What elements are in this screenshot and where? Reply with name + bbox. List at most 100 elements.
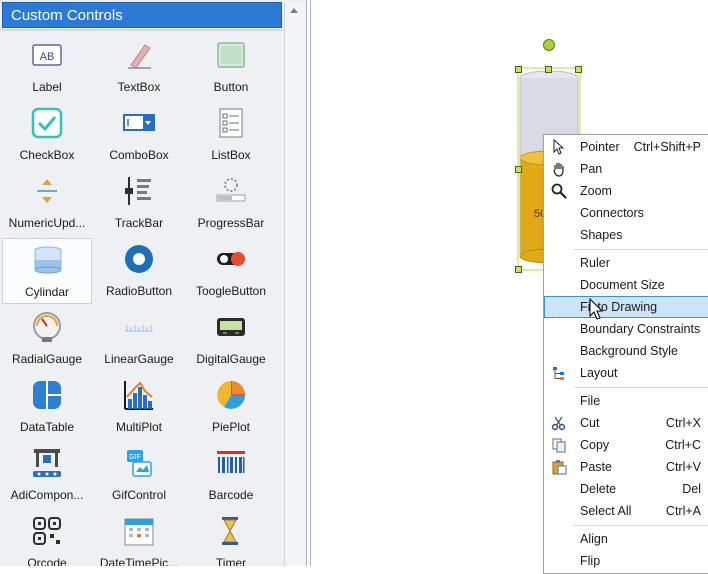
- barcode-icon: [217, 451, 245, 473]
- menu-item-boundary-constraints[interactable]: Boundary Constraints: [544, 318, 708, 340]
- context-menu: Pointer Ctrl+Shift+P Pan Zoom Connectors…: [543, 134, 708, 574]
- tool-label[interactable]: AB Label: [2, 34, 92, 100]
- paste-icon: [552, 460, 567, 475]
- toolbox-divider: [2, 29, 283, 31]
- tool-progressbar[interactable]: ProgressBar: [186, 170, 276, 236]
- qrcode-icon: [33, 517, 61, 545]
- tool-progressbar-text: ProgressBar: [197, 216, 265, 230]
- tool-timer[interactable]: Timer: [186, 510, 276, 566]
- numeric-updown-icon: [37, 179, 57, 203]
- tool-adi-component[interactable]: AdiCompon...: [2, 442, 92, 508]
- pieplot-icon: [217, 381, 245, 409]
- tool-datetimepicker-text: DateTimePic...: [99, 556, 179, 566]
- menu-item-pan[interactable]: Pan: [544, 158, 708, 180]
- timer-icon: [222, 517, 238, 545]
- tool-trackbar-text: TrackBar: [114, 216, 164, 230]
- tool-cylinder-text: Cylindar: [24, 285, 69, 299]
- menu-item-background-style[interactable]: Background Style: [544, 340, 708, 362]
- menu-item-copy[interactable]: Copy Ctrl+C: [544, 434, 708, 456]
- tool-multiplot[interactable]: MultiPlot: [94, 374, 184, 440]
- scroll-up-arrow-icon[interactable]: [290, 8, 298, 13]
- tool-textbox-text: TextBox: [117, 80, 161, 94]
- menu-item-shapes[interactable]: Shapes: [544, 224, 708, 246]
- toolbox-header[interactable]: Custom Controls: [2, 2, 282, 28]
- menu-item-ruler[interactable]: Ruler: [544, 252, 708, 274]
- tool-radiobutton-text: RadioButton: [105, 284, 173, 298]
- adi-component-icon: [33, 449, 61, 477]
- menu-item-align[interactable]: Align: [544, 528, 708, 550]
- progressbar-icon: [216, 178, 246, 202]
- tool-checkbox-text: CheckBox: [19, 148, 75, 162]
- resize-handle-top-left[interactable]: [515, 66, 522, 73]
- tool-datatable[interactable]: DataTable: [2, 374, 92, 440]
- tool-button[interactable]: Button: [186, 34, 276, 100]
- tool-barcode[interactable]: Barcode: [186, 442, 276, 508]
- tool-qrcode[interactable]: Qrcode: [2, 510, 92, 566]
- tool-numeric-updown-text: NumericUpd...: [8, 216, 86, 230]
- menu-item-cut[interactable]: Cut Ctrl+X: [544, 412, 708, 434]
- tool-datatable-text: DataTable: [19, 420, 75, 434]
- svg-text:AB: AB: [40, 51, 55, 63]
- copy-icon: [552, 438, 566, 453]
- tool-cylinder[interactable]: Cylindar: [2, 238, 92, 304]
- menu-separator: [574, 249, 708, 250]
- tool-datetimepicker[interactable]: DateTimePic...: [94, 510, 184, 566]
- trackbar-icon: [125, 177, 151, 205]
- scissors-icon: [551, 416, 566, 431]
- tool-radial-gauge-text: RadialGauge: [11, 352, 83, 366]
- menu-item-fit-to-drawing[interactable]: Fit to Drawing: [544, 296, 708, 318]
- menu-item-zoom[interactable]: Zoom: [544, 180, 708, 202]
- tool-listbox[interactable]: ListBox: [186, 102, 276, 168]
- toolbox-scrollbar[interactable]: [284, 2, 305, 566]
- tool-textbox[interactable]: TextBox: [94, 34, 184, 100]
- menu-item-layout[interactable]: Layout: [544, 362, 708, 384]
- tool-timer-text: Timer: [215, 556, 247, 566]
- tool-linear-gauge-text: LinearGauge: [104, 352, 174, 366]
- radiobutton-icon: [125, 245, 153, 273]
- menu-item-pointer[interactable]: Pointer Ctrl+Shift+P: [544, 136, 708, 158]
- cylinder-icon: [34, 246, 62, 274]
- tool-digital-gauge-text: DigitalGauge: [196, 352, 266, 366]
- tool-checkbox[interactable]: CheckBox: [2, 102, 92, 168]
- tool-gif[interactable]: GIF GifControl: [94, 442, 184, 508]
- resize-handle-bottom-left[interactable]: [515, 266, 522, 273]
- tool-digital-gauge[interactable]: DigitalGauge: [186, 306, 276, 372]
- combobox-icon: [123, 114, 155, 131]
- resize-handle-top[interactable]: [545, 66, 552, 73]
- tool-radial-gauge[interactable]: RadialGauge: [2, 306, 92, 372]
- menu-separator: [574, 525, 708, 526]
- menu-item-delete[interactable]: Delete Del: [544, 478, 708, 500]
- menu-item-select-all[interactable]: Select All Ctrl+A: [544, 500, 708, 522]
- magnifier-icon: [551, 183, 567, 199]
- tool-barcode-text: Barcode: [208, 488, 254, 502]
- menu-item-file[interactable]: File: [544, 390, 708, 412]
- menu-item-document-size[interactable]: Document Size: [544, 274, 708, 296]
- tool-radiobutton[interactable]: RadioButton: [94, 238, 184, 304]
- menu-item-flip[interactable]: Flip: [544, 550, 708, 572]
- tool-qrcode-text: Qrcode: [27, 556, 67, 566]
- multiplot-icon: [124, 381, 153, 410]
- tool-numeric-updown[interactable]: NumericUpd...: [2, 170, 92, 236]
- calendar-icon: [124, 518, 154, 546]
- menu-item-connectors[interactable]: Connectors: [544, 202, 708, 224]
- listbox-icon: [219, 108, 243, 138]
- radial-gauge-icon: [33, 312, 61, 342]
- rotation-handle[interactable]: [543, 39, 555, 51]
- digital-gauge-icon: [217, 318, 245, 336]
- tool-toggle-text: ToogleButton: [195, 284, 267, 298]
- menu-item-paste[interactable]: Paste Ctrl+V: [544, 456, 708, 478]
- tool-gif-text: GifControl: [111, 488, 167, 502]
- mouse-cursor-icon: [589, 298, 604, 320]
- tool-trackbar[interactable]: TrackBar: [94, 170, 184, 236]
- tool-adi-component-text: AdiCompon...: [10, 488, 84, 502]
- tool-combobox[interactable]: ComboBox: [94, 102, 184, 168]
- svg-text:GIF: GIF: [129, 454, 141, 461]
- resize-handle-left[interactable]: [515, 166, 522, 173]
- tool-multiplot-text: MultiPlot: [115, 420, 162, 434]
- tool-linear-gauge[interactable]: LinearGauge: [94, 306, 184, 372]
- linear-gauge-icon: [125, 325, 153, 332]
- tool-pieplot[interactable]: PiePlot: [186, 374, 276, 440]
- toggle-icon: [217, 252, 245, 266]
- tool-toggle[interactable]: ToogleButton: [186, 238, 276, 304]
- resize-handle-top-right[interactable]: [575, 66, 582, 73]
